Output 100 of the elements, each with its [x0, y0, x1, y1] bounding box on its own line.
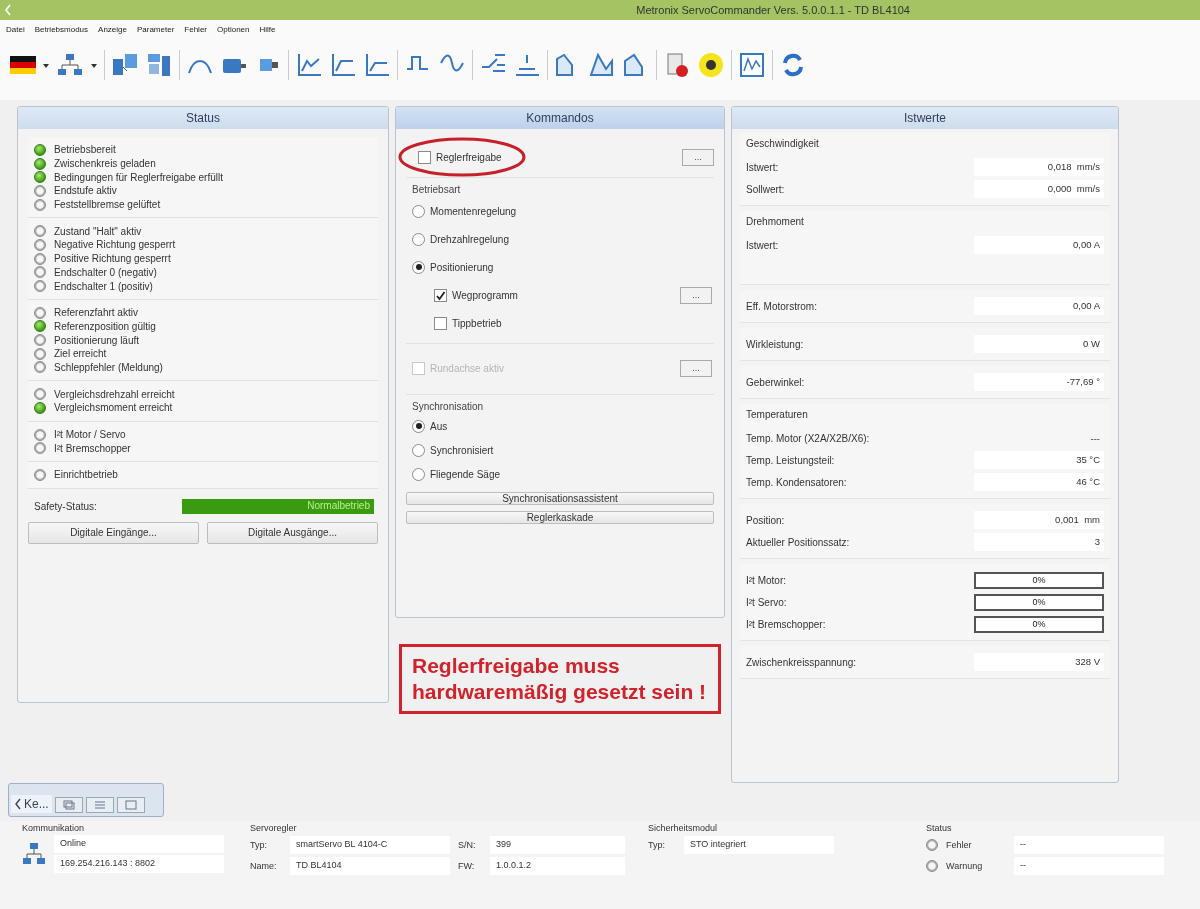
- chart-icon[interactable]: [363, 51, 391, 79]
- status-label: Vergleichsmoment erreicht: [54, 402, 173, 414]
- status-field: --: [1014, 835, 1164, 854]
- checkbox-label: Tippbetrieb: [452, 317, 502, 329]
- info-field: 399: [490, 835, 625, 854]
- network-icon: [22, 842, 46, 866]
- value-label: Geberwinkel:: [746, 376, 805, 388]
- menu-item[interactable]: Parameter: [136, 24, 175, 34]
- menu-item[interactable]: Optionen: [217, 24, 250, 34]
- radio-label: Aus: [430, 420, 448, 432]
- checkbox[interactable]: [434, 288, 447, 302]
- field-label: Typ:: [648, 839, 666, 850]
- more-button[interactable]: ...: [680, 286, 712, 304]
- value-label: Istwert:: [746, 161, 779, 173]
- status-label: Bedingungen für Reglerfreigabe erfüllt: [54, 171, 223, 183]
- field-label: Name:: [250, 860, 278, 871]
- checkbox[interactable]: [434, 316, 447, 330]
- info-field: smartServo BL 4104-C: [290, 835, 450, 854]
- safety-label: Safety-Status:: [34, 500, 97, 512]
- value-field: 0,00 A: [974, 297, 1104, 315]
- menu-item[interactable]: Fehler: [184, 24, 207, 34]
- value-label: Zwischenkreisspannung:: [746, 656, 857, 668]
- status-label: Betriebsbereit: [54, 144, 116, 156]
- radio-button[interactable]: [412, 232, 425, 246]
- radio-button[interactable]: [412, 467, 425, 481]
- status-label: Positive Richtung gesperrt: [54, 253, 171, 265]
- command-button[interactable]: Reglerkaskade: [406, 511, 714, 524]
- status-field: --: [1014, 856, 1164, 875]
- status-label: Referenzposition gültig: [54, 320, 156, 332]
- info-field: TD BL4104: [290, 856, 450, 875]
- panel-title: Status: [18, 107, 388, 129]
- value-field: 0,018 mm/s: [974, 158, 1104, 176]
- value-label: Istwert:: [746, 239, 779, 251]
- checkbox-label: Wegprogramm: [452, 289, 518, 301]
- radio-button[interactable]: [412, 443, 425, 457]
- section-heading: Temperaturen: [746, 409, 809, 422]
- status-label: Schleppfehler (Meldung): [54, 361, 163, 373]
- status-label: Zustand "Halt" aktiv: [54, 225, 142, 237]
- menu-item[interactable]: Hilfe: [259, 24, 276, 34]
- section-heading: Geschwindigkeit: [746, 138, 820, 151]
- status-label: Vergleichsdrehzahl erreicht: [54, 388, 175, 400]
- status-label: Feststellbremse gelüftet: [54, 199, 161, 211]
- emergency-button-icon[interactable]: [697, 51, 725, 79]
- flag-icon[interactable]: [10, 56, 36, 74]
- oscilloscope-icon[interactable]: [738, 51, 766, 79]
- field-label: S/N:: [458, 839, 477, 850]
- value-label: Temp. Motor (X2A/X2B/X6):: [746, 432, 870, 444]
- menu-item[interactable]: Anzeige: [98, 24, 127, 34]
- value-label: Sollwert:: [746, 183, 785, 195]
- radio-label: Fliegende Säge: [430, 468, 501, 480]
- load-meter: 0%: [974, 571, 1104, 589]
- menu-item[interactable]: Betriebsmodus: [34, 24, 89, 34]
- load-meter: 0%: [974, 593, 1104, 611]
- section-title: Kommunikation: [22, 823, 86, 833]
- status-label: Endschalter 0 (negativ): [54, 266, 157, 278]
- panel-title: Istwerte: [732, 107, 1118, 129]
- copy-icon[interactable]: [54, 797, 83, 813]
- dock-tab[interactable]: Ke...: [11, 795, 52, 813]
- more-button[interactable]: ...: [682, 148, 714, 166]
- status-label: Ziel erreicht: [54, 348, 107, 360]
- status-label: Negative Richtung gesperrt: [54, 239, 176, 251]
- checkbox-label: Reglerfreigabe: [436, 151, 502, 163]
- radio-button[interactable]: [412, 260, 425, 274]
- digital-io-button[interactable]: Digitale Eingänge...: [28, 521, 199, 544]
- chart-icon[interactable]: [329, 51, 357, 79]
- load-meter: 0%: [974, 615, 1104, 633]
- drive-icon[interactable]: [145, 51, 173, 79]
- command-button[interactable]: Synchronisationsassistent: [406, 492, 714, 505]
- connection-status-field: Online: [54, 835, 224, 853]
- group-label: Synchronisation: [411, 400, 485, 414]
- status-label: Zwischenkreis geladen: [54, 158, 156, 170]
- value-field: -77,69 °: [974, 373, 1104, 391]
- address-field: 169.254.216.143 : 8802: [54, 855, 224, 873]
- section-title: Servoregler: [250, 823, 298, 833]
- value-field: 46 °C: [974, 473, 1104, 491]
- checkbox-label: Rundachse aktiv: [430, 362, 504, 374]
- radio-button[interactable]: [412, 419, 425, 433]
- status-label: Endstufe aktiv: [54, 185, 117, 197]
- info-field: 1.0.0.1.2: [490, 856, 625, 875]
- value-field: 0,000 mm/s: [974, 180, 1104, 198]
- annotation-note: Reglerfreigabe muss hardwaremäßig gesetzt sein !: [399, 644, 721, 714]
- safety-status-field: Normalbetrieb: [182, 498, 374, 514]
- graph-icon[interactable]: [588, 51, 616, 79]
- value-text: ---: [1089, 431, 1101, 446]
- value-label: Aktueller Positionssatz:: [746, 536, 850, 548]
- value-field: 0,001 mm: [974, 511, 1104, 529]
- checkbox[interactable]: [418, 150, 431, 164]
- value-label: Position:: [746, 514, 785, 526]
- field-label: Typ:: [250, 839, 268, 850]
- value-label: I²t Motor:: [746, 574, 786, 586]
- menu-item[interactable]: Datei: [6, 24, 25, 34]
- radio-button[interactable]: [412, 204, 425, 218]
- status-label: Positionierung läuft: [54, 334, 140, 346]
- digital-io-button[interactable]: Digitale Ausgänge...: [207, 521, 378, 544]
- section-title: Sicherheitsmodul: [648, 823, 719, 833]
- section-title: Status: [926, 823, 953, 833]
- value-field: 0,00 A: [974, 236, 1104, 254]
- chart-icon[interactable]: [295, 51, 323, 79]
- radio-label: Momentenregelung: [430, 205, 517, 217]
- status-label: Warnung: [946, 860, 984, 871]
